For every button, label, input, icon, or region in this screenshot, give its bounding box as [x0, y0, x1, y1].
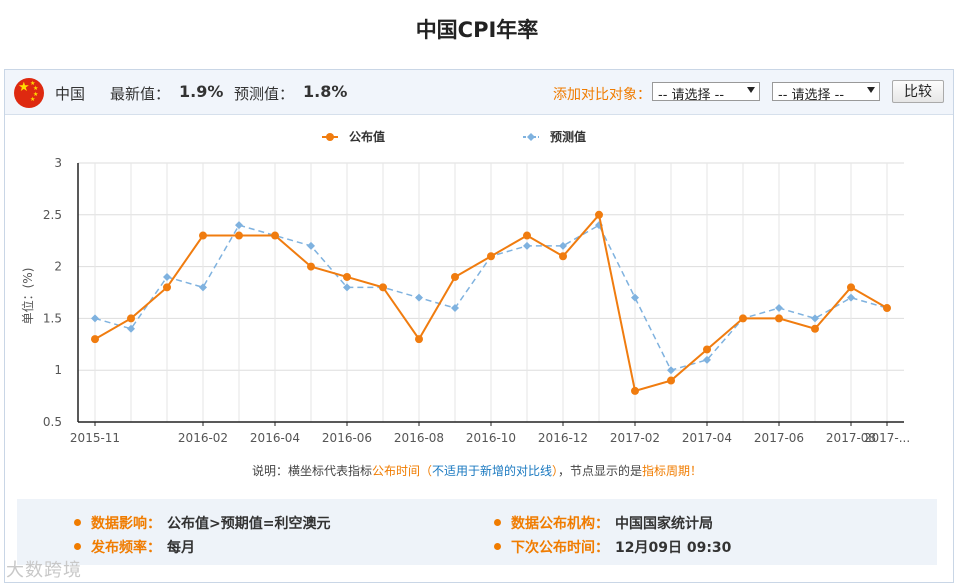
note-part-5: ，节点显示的是: [558, 464, 643, 478]
y-tick-label: 1: [54, 363, 62, 377]
impact-row: 数据影响： 公布值>预期值=利空澳元: [74, 513, 330, 533]
impact-label: 数据影响：: [91, 516, 161, 532]
point-published: [415, 335, 423, 344]
point-forecast: [811, 314, 819, 323]
point-forecast: [559, 241, 567, 250]
frequency-value: 每月: [167, 540, 195, 556]
next-release-label: 下次公布时间：: [511, 540, 609, 556]
point-published: [631, 386, 639, 395]
y-tick-label: 3: [54, 156, 62, 170]
point-published: [271, 231, 279, 240]
point-published: [127, 314, 135, 323]
y-axis-label: 单位：(%): [20, 268, 35, 325]
y-axis-tick-labels: 0.5 1 1.5 2 2.5 3: [43, 156, 62, 429]
x-tick-label: 2016-10: [466, 431, 516, 445]
agency-label: 数据公布机构：: [511, 516, 609, 532]
x-axis-tick-labels: 2015-11 2016-02 2016-04 2016-06 2016-08 2016-…: [70, 431, 910, 445]
point-published: [667, 376, 675, 385]
point-published: [523, 231, 531, 240]
point-published: [379, 283, 387, 292]
note-part-6: 指标周期: [642, 464, 691, 478]
point-published: [847, 283, 855, 292]
chart-grid: [78, 162, 904, 422]
point-forecast: [775, 304, 783, 313]
next-release-value: 12月09日 09:30: [615, 540, 732, 556]
x-tick-label: 2015-11: [70, 431, 120, 445]
chart-note: 说明：横坐标代表指标公布时间（不适用于新增的对比线），节点显示的是指标周期！: [0, 462, 954, 479]
point-published: [91, 335, 99, 344]
bullet-icon: [74, 542, 81, 550]
point-forecast: [415, 293, 423, 302]
point-published: [343, 272, 351, 281]
point-published: [595, 210, 603, 219]
y-tick-label: 0.5: [43, 415, 62, 429]
agency-row: 数据公布机构： 中国国家统计局: [494, 513, 713, 533]
point-forecast: [523, 241, 531, 250]
x-tick-label: 2016-12: [538, 431, 588, 445]
point-published: [883, 304, 891, 313]
point-forecast: [667, 366, 675, 375]
agency-value: 中国国家统计局: [615, 516, 713, 532]
y-tick-label: 1.5: [43, 311, 62, 325]
legend-marker: [527, 133, 535, 141]
cpi-line-chart: 0.5 1 1.5 2 2.5 3 2015-11 2016-02 2016-04 2016-0…: [20, 129, 910, 445]
legend-label: 公布值: [349, 129, 385, 144]
point-published: [487, 252, 495, 261]
note-part-4: 不适用于新增的对比线: [431, 464, 552, 478]
x-tick-label: 2017-02: [610, 431, 660, 445]
point-forecast: [235, 221, 243, 230]
legend-label: 预测值: [550, 129, 586, 144]
point-published: [811, 324, 819, 333]
bullet-icon: [494, 542, 501, 550]
point-published: [199, 231, 207, 240]
point-forecast: [199, 283, 207, 292]
note-part-1: 说明：横坐标代表指标: [251, 464, 372, 478]
frequency-row: 发布频率： 每月: [74, 537, 195, 557]
point-forecast: [631, 293, 639, 302]
x-tick-label: 2017-06: [754, 431, 804, 445]
point-forecast: [847, 293, 855, 302]
point-forecast: [307, 241, 315, 250]
info-box: 数据影响： 公布值>预期值=利空澳元 数据公布机构： 中国国家统计局 发布频率： 每月…: [17, 499, 937, 565]
x-tick-label: 2016-08: [394, 431, 444, 445]
chart-legend: 公布值 预测值: [322, 129, 586, 144]
point-published: [559, 252, 567, 261]
x-tick-label: 2017-...: [864, 431, 910, 445]
y-tick-label: 2.5: [43, 208, 62, 222]
point-forecast: [163, 272, 171, 281]
note-part-7: ！: [690, 464, 703, 478]
x-tick-label: 2016-04: [250, 431, 300, 445]
bullet-icon: [494, 518, 501, 526]
legend-marker: [326, 133, 334, 141]
note-part-2: 公布时间: [371, 464, 420, 478]
point-published: [451, 272, 459, 281]
x-tick-label: 2016-02: [178, 431, 228, 445]
point-published: [703, 345, 711, 354]
frequency-label: 发布频率：: [91, 540, 161, 556]
x-tick-label: 2017-04: [682, 431, 732, 445]
bullet-icon: [74, 518, 81, 526]
note-part-3: （: [419, 464, 432, 478]
x-tick-label: 2016-06: [322, 431, 372, 445]
point-published: [235, 231, 243, 240]
watermark-logo: 大数跨境: [6, 560, 82, 581]
point-published: [739, 314, 747, 323]
point-published: [775, 314, 783, 323]
next-release-row: 下次公布时间： 12月09日 09:30: [494, 537, 731, 557]
point-forecast: [91, 314, 99, 323]
y-tick-label: 2: [54, 260, 62, 274]
impact-value: 公布值>预期值=利空澳元: [167, 516, 331, 532]
point-published: [307, 262, 315, 271]
point-published: [163, 283, 171, 292]
